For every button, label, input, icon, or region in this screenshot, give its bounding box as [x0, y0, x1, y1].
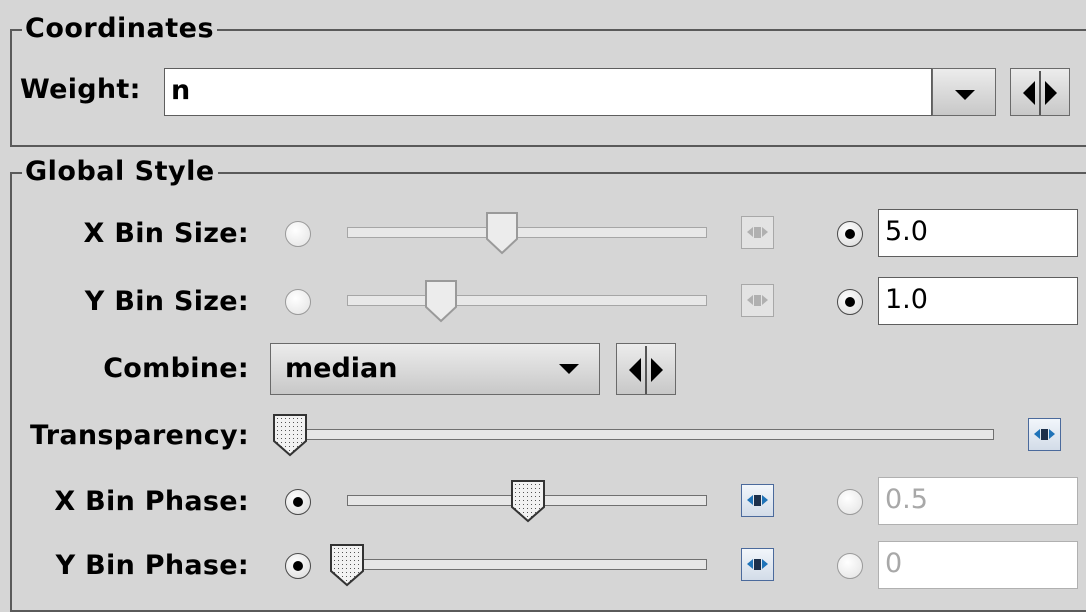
weight-label: Weight: [20, 74, 141, 105]
combine-selected-value: median [285, 353, 398, 384]
chevron-down-icon [559, 364, 579, 374]
y-bin-size-text-radio[interactable] [837, 289, 863, 315]
combine-cycle-button[interactable] [616, 343, 676, 395]
x-bin-size-text-radio[interactable] [837, 221, 863, 247]
x-bin-phase-text-radio[interactable] [837, 489, 863, 515]
y-bin-phase-slider-radio[interactable] [285, 553, 311, 579]
y-bin-phase-slider-thumb[interactable] [329, 543, 365, 587]
left-right-arrows-icon [629, 346, 663, 394]
weight-cycle-button[interactable] [1010, 68, 1070, 116]
y-bin-phase-text-radio[interactable] [837, 553, 863, 579]
y-bin-size-slider-radio[interactable] [285, 289, 311, 315]
transparency-slider-thumb[interactable] [272, 413, 308, 457]
x-bin-size-slider-thumb[interactable] [485, 211, 519, 255]
transparency-slider[interactable] [274, 429, 994, 440]
chevron-down-icon [955, 90, 975, 100]
reset-slider-icon [747, 227, 768, 238]
y-bin-phase-input[interactable]: 0 [878, 541, 1078, 589]
reset-slider-icon [1034, 429, 1055, 440]
reset-slider-icon [747, 559, 768, 570]
x-bin-phase-label: X Bin Phase: [54, 486, 249, 517]
y-bin-size-reset-button[interactable] [741, 284, 774, 317]
x-bin-phase-reset-button[interactable] [741, 484, 774, 517]
reset-slider-icon [747, 495, 768, 506]
combine-select[interactable]: median [270, 343, 600, 395]
weight-input[interactable]: n [164, 68, 932, 116]
x-bin-size-reset-button[interactable] [741, 216, 774, 249]
y-bin-size-slider[interactable] [347, 295, 707, 306]
weight-dropdown-button[interactable] [932, 68, 996, 116]
reset-slider-icon [747, 295, 768, 306]
y-bin-phase-reset-button[interactable] [741, 548, 774, 581]
x-bin-phase-slider-thumb[interactable] [510, 479, 546, 523]
combine-label: Combine: [103, 353, 249, 384]
transparency-reset-button[interactable] [1028, 418, 1061, 451]
coordinates-legend: Coordinates [22, 14, 218, 44]
y-bin-phase-slider[interactable] [347, 559, 707, 570]
y-bin-size-label: Y Bin Size: [84, 286, 249, 317]
global-style-legend: Global Style [22, 157, 218, 187]
transparency-label: Transparency: [30, 420, 249, 451]
y-bin-phase-label: Y Bin Phase: [55, 550, 249, 581]
y-bin-size-slider-thumb[interactable] [424, 279, 458, 323]
x-bin-phase-slider-radio[interactable] [285, 489, 311, 515]
x-bin-phase-input[interactable]: 0.5 [878, 477, 1078, 525]
y-bin-size-input[interactable]: 1.0 [878, 277, 1078, 325]
x-bin-size-slider[interactable] [347, 227, 707, 238]
x-bin-size-label: X Bin Size: [83, 218, 249, 249]
x-bin-size-input[interactable]: 5.0 [878, 209, 1078, 257]
left-right-arrows-icon [1023, 71, 1057, 115]
x-bin-size-slider-radio[interactable] [285, 221, 311, 247]
